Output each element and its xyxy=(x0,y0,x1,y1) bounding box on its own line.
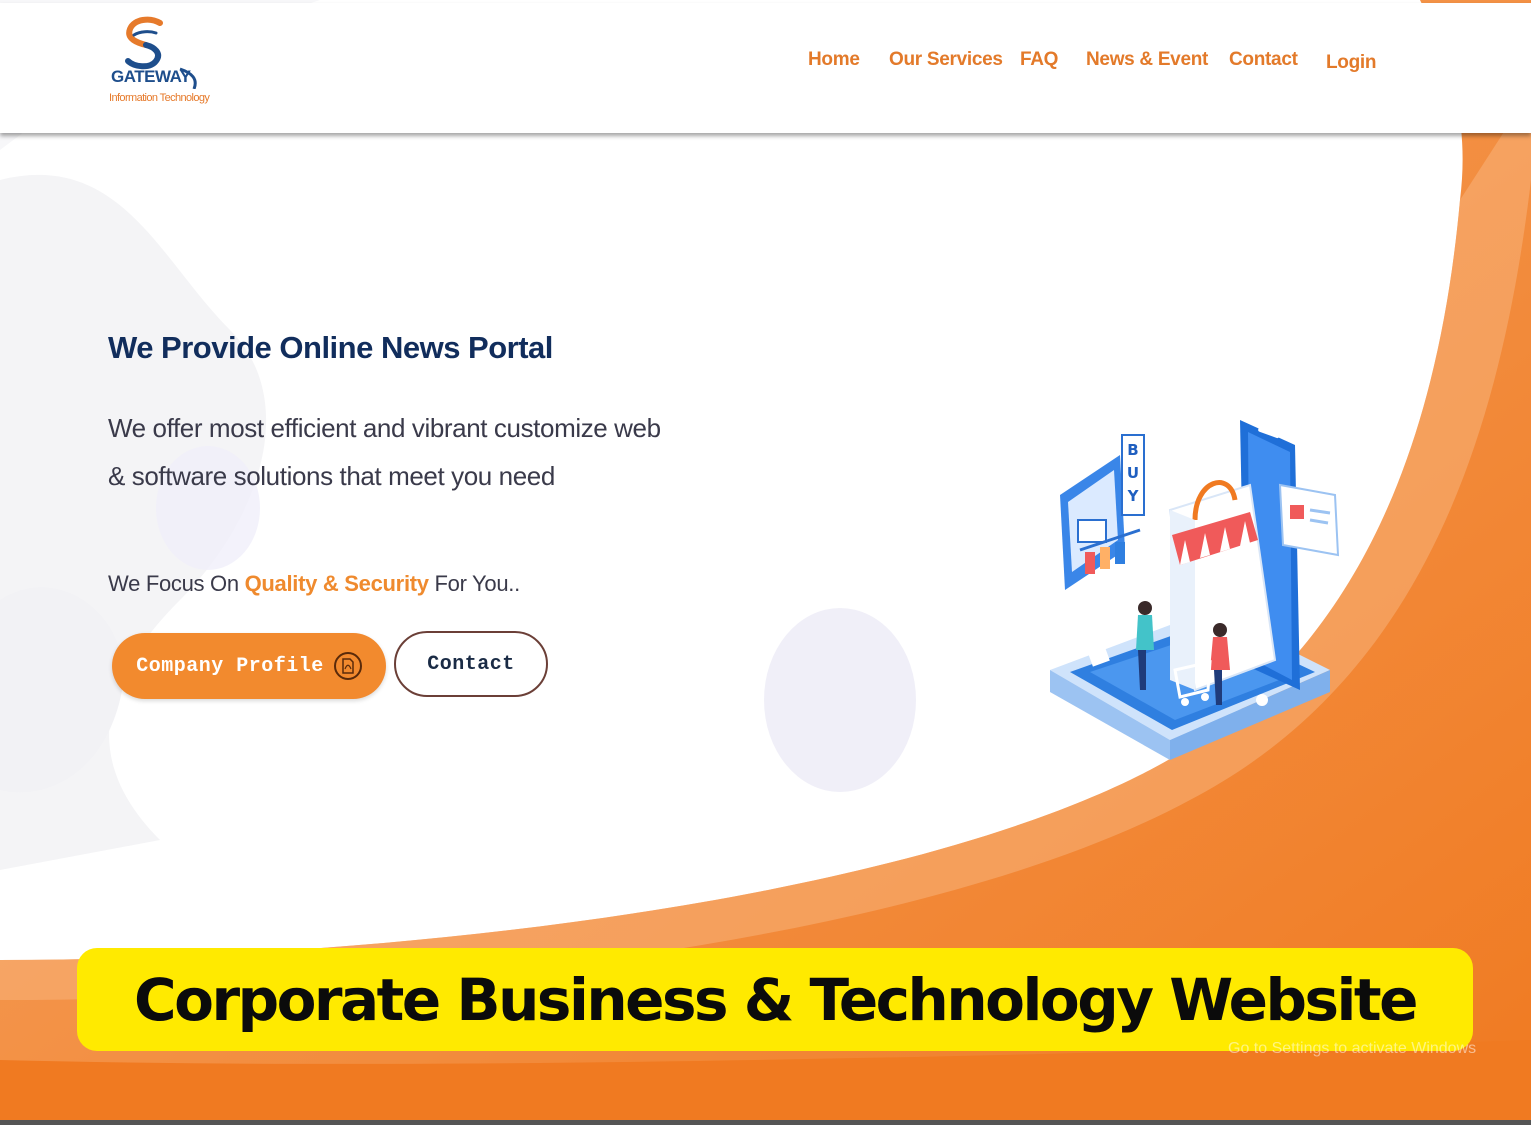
contact-button[interactable]: Contact xyxy=(394,631,548,697)
hero-focus-text: We Focus On Quality & Security For You.. xyxy=(108,571,520,597)
nav-contact[interactable]: Contact xyxy=(1229,49,1298,71)
brand-tagline: Information Technology xyxy=(109,92,210,104)
hero-desc-line-2: & software solutions that meet you need xyxy=(108,461,555,491)
nav-news-event[interactable]: News & Event xyxy=(1086,49,1208,71)
company-profile-label: Company Profile xyxy=(136,654,324,678)
hero-title-rest: Online News Portal xyxy=(279,330,553,365)
buy-letter-y: Y xyxy=(1127,487,1140,505)
hero-desc-line-1: We offer most efficient and vibrant cust… xyxy=(108,413,661,443)
nav-our-services[interactable]: Our Services xyxy=(889,49,1003,71)
focus-prefix: We Focus On xyxy=(108,571,239,596)
contact-button-label: Contact xyxy=(427,652,515,676)
buy-letter-b: B xyxy=(1127,441,1138,459)
banner-text: Corporate Business & Technology Website xyxy=(134,965,1418,1034)
focus-accent: Quality & Security xyxy=(244,571,429,596)
pdf-icon xyxy=(333,652,362,680)
nav-login[interactable]: Login xyxy=(1326,52,1377,74)
nav-faq[interactable]: FAQ xyxy=(1020,49,1058,71)
title-banner: Corporate Business & Technology Website xyxy=(77,948,1473,1051)
shopping-illustration: B U Y xyxy=(1050,420,1340,760)
hero-title-strong: We Provide xyxy=(108,330,272,365)
hero-description: We offer most efficient and vibrant cust… xyxy=(108,404,668,500)
nav-home[interactable]: Home xyxy=(808,49,860,71)
focus-suffix: For You.. xyxy=(434,571,521,596)
activation-watermark: Go to Settings to activate Windows xyxy=(1228,1040,1477,1057)
site-header: GATEWAY Information Technology Home Our … xyxy=(0,3,1531,133)
company-profile-button[interactable]: Company Profile xyxy=(112,633,386,699)
hero-title: We Provide Online News Portal xyxy=(108,330,553,366)
buy-letter-u: U xyxy=(1127,464,1139,482)
main-nav: Home Our Services FAQ News & Event Conta… xyxy=(0,49,1531,79)
